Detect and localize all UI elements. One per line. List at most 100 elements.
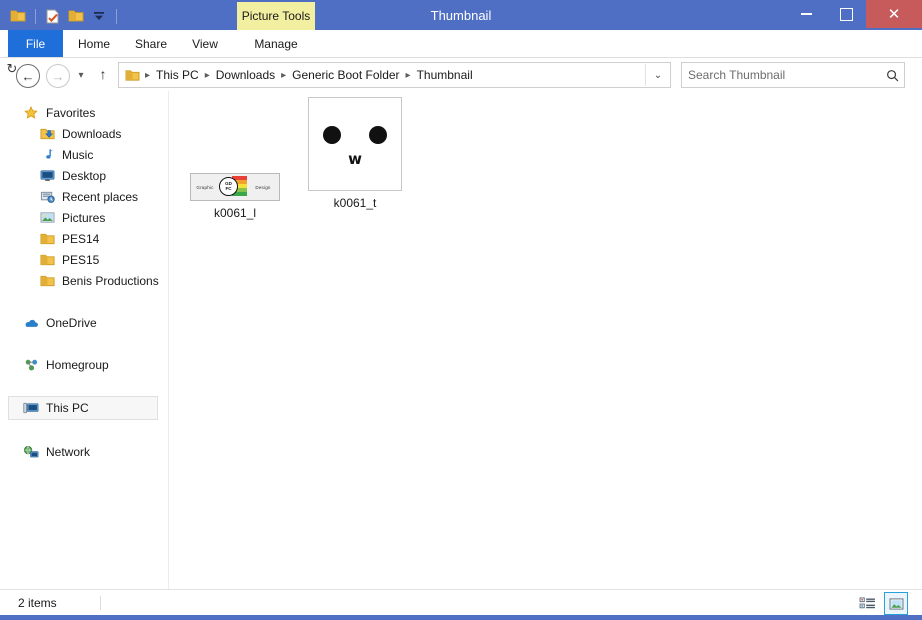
ribbon-tab-bar: File Home Share View Manage ⌄ ? [0,30,922,82]
thumbnail-text-left: Graphic [196,184,214,190]
sidebar-item-benis-productions[interactable]: Benis Productions [0,270,168,291]
sidebar-item-label: Music [62,147,94,162]
thumbnail-emblem-area: GD FC [219,174,249,200]
network-icon [22,444,40,460]
window-title: Thumbnail [430,8,492,23]
breadcrumb: ▸ This PC ▸ Downloads ▸ Generic Boot Fol… [119,68,645,82]
homegroup-icon [22,357,40,373]
details-view-button[interactable] [856,593,878,614]
new-folder-icon[interactable] [66,6,86,26]
file-name-label: k0061_t [333,196,377,210]
sidebar-group-favorites[interactable]: Favorites [0,102,168,123]
close-button[interactable]: ✕ [866,0,922,28]
customize-dropdown-icon[interactable] [89,6,109,26]
desktop-icon [38,168,56,184]
sidebar-item-recent-places[interactable]: Recent places [0,186,168,207]
breadcrumb-separator[interactable]: ▸ [403,70,414,81]
sidebar-item-onedrive[interactable]: OneDrive [0,312,168,333]
navigation-pane[interactable]: Favorites Downloads Music Desktop Recent… [0,91,169,589]
sidebar-item-label: PES14 [62,231,100,246]
file-thumbnail[interactable]: w [300,91,410,191]
breadcrumb-separator[interactable]: ▸ [278,70,289,81]
music-icon [38,147,56,163]
sidebar-item-homegroup[interactable]: Homegroup [0,354,168,375]
properties-icon[interactable] [43,6,63,26]
sidebar-item-desktop[interactable]: Desktop [0,165,168,186]
breadcrumb-item-thumbnail[interactable]: Thumbnail [414,68,476,82]
status-divider [100,596,101,610]
sidebar-item-label: Network [46,444,91,459]
kawaii-face-thumbnail: w [308,97,402,191]
explorer-body: Favorites Downloads Music Desktop Recent… [0,91,922,589]
sidebar-item-label: Downloads [62,126,122,141]
folder-icon[interactable] [8,6,28,26]
right-eye-shape [369,126,387,144]
mouth-shape: w [348,150,362,168]
sidebar-item-label: Pictures [62,210,106,225]
search-input[interactable] [682,67,880,83]
tab-view[interactable]: View [180,30,230,58]
sidebar-item-music[interactable]: Music [0,144,168,165]
sidebar-item-downloads[interactable]: Downloads [0,123,168,144]
item-count-label: 2 items [18,596,57,610]
onedrive-icon [22,315,40,331]
pictures-icon [38,210,56,226]
recent-locations-icon[interactable]: ▾ [73,68,89,82]
breadcrumb-item-downloads[interactable]: Downloads [213,68,278,82]
sidebar-item-label: Desktop [62,168,107,183]
sidebar-item-network[interactable]: Network [0,441,168,462]
sidebar-item-label: Benis Productions [62,273,159,288]
tab-share[interactable]: Share [124,30,178,58]
tab-home[interactable]: Home [66,30,122,58]
file-name-label: k0061_l [213,206,257,220]
breadcrumb-folder-icon [125,69,140,82]
list-item[interactable]: Graphic GD FC Design k0061_l [180,101,290,220]
breadcrumb-separator[interactable]: ▸ [202,70,213,81]
search-icon[interactable] [880,69,904,82]
qat-separator-1 [35,8,36,24]
title-bar: Thumbnail Picture Tools ✕ [0,0,922,32]
thumbnail-text-right: Design [255,184,271,190]
sidebar-item-pes14[interactable]: PES14 [0,228,168,249]
sidebar-item-label: Recent places [62,189,139,204]
sidebar-item-pictures[interactable]: Pictures [0,207,168,228]
search-box[interactable] [681,62,905,88]
sidebar-item-this-pc[interactable]: This PC [8,396,158,420]
emblem-line-2: FC [225,185,232,191]
forward-button[interactable]: → [46,64,70,88]
window-controls: ✕ [786,0,922,28]
address-bar[interactable]: ▸ This PC ▸ Downloads ▸ Generic Boot Fol… [118,62,671,88]
picture-tools-contextual-tab[interactable]: Picture Tools [237,2,315,30]
breadcrumb-item-this-pc[interactable]: This PC [153,68,202,82]
this-pc-icon [22,400,40,416]
maximize-button[interactable] [826,0,866,28]
sidebar-item-label: This PC [46,401,89,415]
file-thumbnail[interactable]: Graphic GD FC Design [180,101,290,201]
back-button[interactable]: ← [16,64,40,88]
list-item[interactable]: w k0061_t [300,91,410,210]
file-list-view[interactable]: Graphic GD FC Design k0061_l w k0061_t [169,91,922,589]
address-dropdown-icon[interactable]: ⌄ [645,64,670,86]
sidebar-item-pes15[interactable]: PES15 [0,249,168,270]
up-button[interactable]: ↑ [94,65,112,83]
tab-manage[interactable]: Manage [237,30,315,58]
downloads-icon [38,126,56,142]
sidebar-item-label: OneDrive [46,315,97,330]
status-bar: 2 items [0,589,922,616]
close-icon: ✕ [887,5,901,23]
minimize-button[interactable] [786,0,826,28]
explorer-window: Thumbnail Picture Tools ✕ File Home Shar… [0,0,922,620]
folder-icon [38,231,56,247]
tab-file[interactable]: File [8,30,63,58]
folder-icon [38,273,56,289]
star-icon [22,105,40,121]
graphic-design-thumbnail: Graphic GD FC Design [190,173,280,201]
view-toggle-group [856,592,908,615]
sidebar-item-label: Homegroup [46,357,109,372]
sidebar-item-label: Favorites [46,105,96,120]
sidebar-item-label: PES15 [62,252,100,267]
large-icons-view-button[interactable] [884,592,908,615]
breadcrumb-separator[interactable]: ▸ [142,70,153,81]
breadcrumb-item-generic-boot-folder[interactable]: Generic Boot Folder [289,68,402,82]
window-bottom-edge [0,615,922,620]
